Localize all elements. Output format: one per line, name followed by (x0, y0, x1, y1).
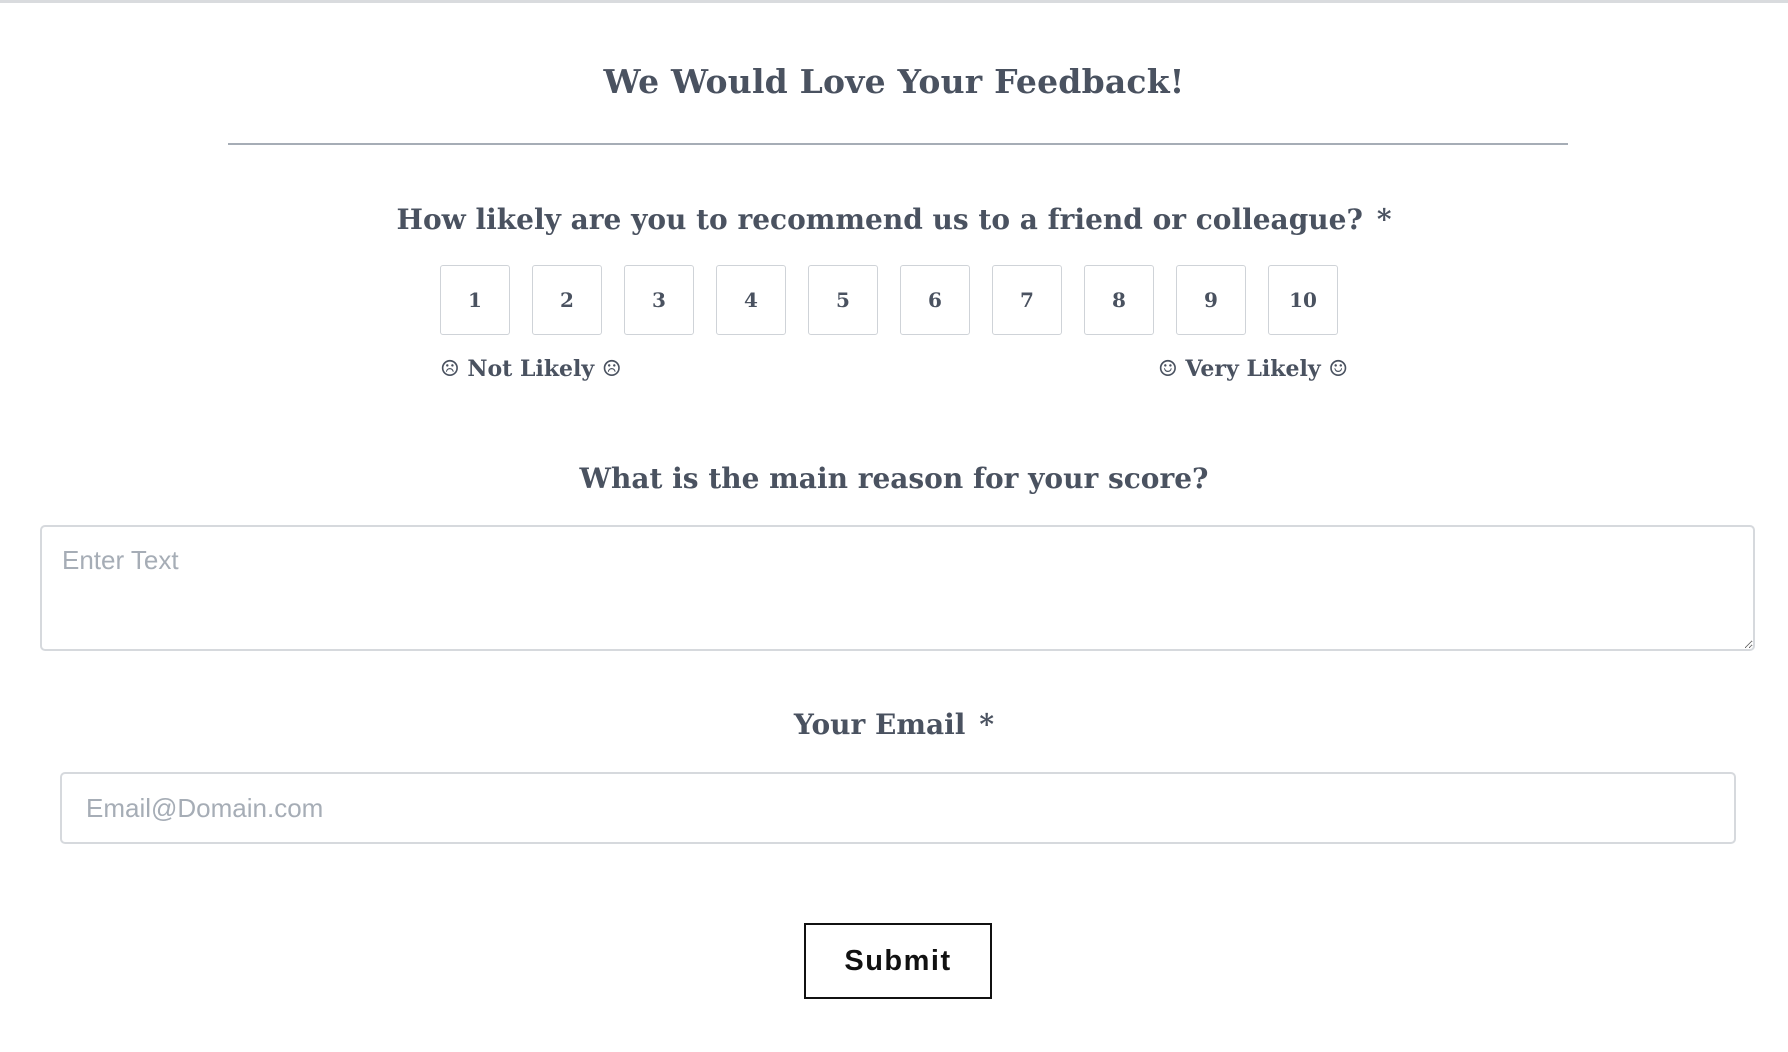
email-question-text: Your Email (793, 708, 966, 741)
scale-option-6[interactable]: 6 (900, 265, 970, 335)
scale-option-4[interactable]: 4 (716, 265, 786, 335)
email-field[interactable] (60, 772, 1736, 844)
submit-button[interactable]: Submit (804, 923, 992, 999)
form-title: We Would Love Your Feedback! (603, 62, 1185, 101)
scale-low-caption: ☹ Not Likely ☹ (440, 356, 622, 382)
scale-option-5[interactable]: 5 (808, 265, 878, 335)
reason-question-label: What is the main reason for your score? (579, 462, 1209, 495)
reason-textarea[interactable] (40, 525, 1755, 651)
title-divider (228, 143, 1568, 145)
scale-option-2[interactable]: 2 (532, 265, 602, 335)
scale-high-caption: ☺ Very Likely ☺ (1158, 356, 1349, 382)
scale-option-3[interactable]: 3 (624, 265, 694, 335)
scale-option-1[interactable]: 1 (440, 265, 510, 335)
scale-option-7[interactable]: 7 (992, 265, 1062, 335)
nps-question-text: How likely are you to recommend us to a … (396, 203, 1363, 236)
nps-question-label: How likely are you to recommend us to a … (0, 203, 1788, 236)
required-asterisk: * (979, 708, 995, 741)
scale-option-10[interactable]: 10 (1268, 265, 1338, 335)
email-question-label: Your Email * (0, 708, 1788, 741)
scale-option-9[interactable]: 9 (1176, 265, 1246, 335)
required-asterisk: * (1376, 203, 1392, 236)
top-border (0, 0, 1788, 3)
scale-option-8[interactable]: 8 (1084, 265, 1154, 335)
